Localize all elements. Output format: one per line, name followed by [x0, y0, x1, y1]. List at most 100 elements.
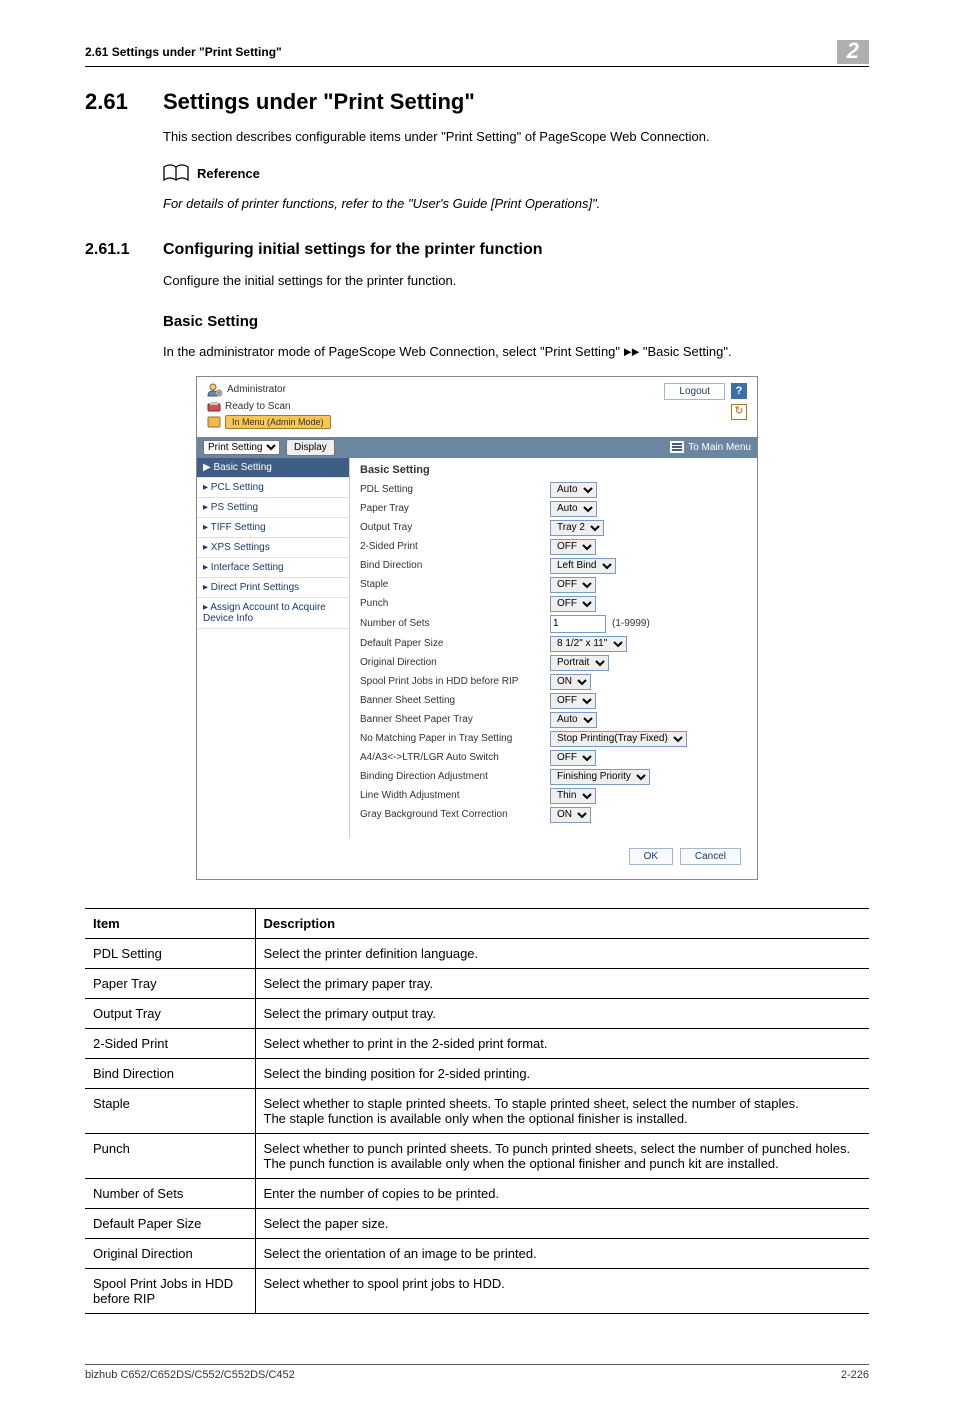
field-label: Staple	[360, 579, 550, 590]
reference-text: For details of printer functions, refer …	[163, 195, 869, 213]
select-input[interactable]: Portrait	[550, 655, 609, 671]
select-input[interactable]: Thin	[550, 788, 596, 804]
help-button[interactable]: ?	[731, 383, 747, 399]
table-cell-item: Default Paper Size	[85, 1208, 255, 1238]
table-cell-desc: Select the printer definition language.	[255, 938, 869, 968]
select-input[interactable]: Stop Printing(Tray Fixed)	[550, 731, 687, 747]
sidebar-item[interactable]: ▸ XPS Settings	[197, 538, 349, 558]
table-cell-item: Spool Print Jobs in HDD before RIP	[85, 1268, 255, 1313]
running-header-text: 2.61 Settings under "Print Setting"	[85, 45, 282, 59]
field-label: Banner Sheet Paper Tray	[360, 714, 550, 725]
table-row: 2-Sided PrintSelect whether to print in …	[85, 1028, 869, 1058]
text-input[interactable]	[550, 615, 606, 633]
field-label: Bind Direction	[360, 560, 550, 571]
sidebar-item[interactable]: ▸ Direct Print Settings	[197, 578, 349, 598]
admin-icon	[207, 383, 223, 397]
table-cell-item: Output Tray	[85, 998, 255, 1028]
logout-button[interactable]: Logout	[664, 383, 725, 400]
ok-button[interactable]: OK	[629, 848, 673, 865]
admin-label: Administrator	[227, 384, 286, 395]
table-cell-item: PDL Setting	[85, 938, 255, 968]
select-input[interactable]: 8 1/2" x 11"	[550, 636, 627, 652]
form-row: Line Width AdjustmentThin	[360, 788, 747, 804]
sidebar-item[interactable]: ▶ Basic Setting	[197, 458, 349, 478]
printer-status-icon	[207, 401, 221, 413]
select-input[interactable]: OFF	[550, 539, 596, 555]
table-cell-desc: Select whether to punch printed sheets. …	[255, 1133, 869, 1178]
form-row: Binding Direction AdjustmentFinishing Pr…	[360, 769, 747, 785]
table-cell-item: Bind Direction	[85, 1058, 255, 1088]
table-cell-desc: Enter the number of copies to be printed…	[255, 1178, 869, 1208]
category-select[interactable]: Print Setting	[203, 440, 280, 455]
sidebar-item[interactable]: ▸ PCL Setting	[197, 478, 349, 498]
form-row: Number of Sets (1-9999)	[360, 615, 747, 633]
table-cell-item: Original Direction	[85, 1238, 255, 1268]
field-label: Paper Tray	[360, 503, 550, 514]
sidebar-item[interactable]: ▸ Assign Account to Acquire Device Info	[197, 598, 349, 629]
form-row: Spool Print Jobs in HDD before RIPON	[360, 674, 747, 690]
field-label: 2-Sided Print	[360, 541, 550, 552]
table-cell-desc: Select the paper size.	[255, 1208, 869, 1238]
table-row: Bind DirectionSelect the binding positio…	[85, 1058, 869, 1088]
refresh-button[interactable]: ↻	[731, 404, 747, 420]
form-row: A4/A3<->LTR/LGR Auto SwitchOFF	[360, 750, 747, 766]
cancel-button[interactable]: Cancel	[680, 848, 741, 865]
section-title: 2.61Settings under "Print Setting"	[85, 89, 869, 115]
select-input[interactable]: OFF	[550, 596, 596, 612]
table-row: StapleSelect whether to staple printed s…	[85, 1088, 869, 1133]
subsection-intro: Configure the initial settings for the p…	[163, 272, 869, 290]
table-cell-item: Paper Tray	[85, 968, 255, 998]
field-label: Gray Background Text Correction	[360, 809, 550, 820]
form-row: Banner Sheet Paper TrayAuto	[360, 712, 747, 728]
form-row: Gray Background Text CorrectionON	[360, 807, 747, 823]
select-input[interactable]: ON	[550, 674, 591, 690]
reference-block: Reference	[163, 164, 869, 182]
block-intro: In the administrator mode of PageScope W…	[163, 343, 869, 362]
table-header-item: Item	[85, 908, 255, 938]
table-header-desc: Description	[255, 908, 869, 938]
table-cell-desc: Select the orientation of an image to be…	[255, 1238, 869, 1268]
sidebar-item[interactable]: ▸ PS Setting	[197, 498, 349, 518]
block-title: Basic Setting	[163, 313, 869, 330]
table-cell-desc: Select whether to staple printed sheets.…	[255, 1088, 869, 1133]
table-row: PDL SettingSelect the printer definition…	[85, 938, 869, 968]
select-input[interactable]: Left Bind	[550, 558, 616, 574]
field-label: Original Direction	[360, 657, 550, 668]
table-cell-desc: Select the primary paper tray.	[255, 968, 869, 998]
range-hint: (1-9999)	[612, 618, 650, 629]
form-row: PDL SettingAuto	[360, 482, 747, 498]
select-input[interactable]: ON	[550, 807, 591, 823]
select-input[interactable]: Auto	[550, 501, 597, 517]
main-menu-icon	[670, 441, 684, 453]
select-input[interactable]: OFF	[550, 577, 596, 593]
form-row: 2-Sided PrintOFF	[360, 539, 747, 555]
display-button[interactable]: Display	[286, 439, 335, 456]
table-cell-desc: Select the binding position for 2-sided …	[255, 1058, 869, 1088]
sidebar-item[interactable]: ▸ TIFF Setting	[197, 518, 349, 538]
in-menu-icon	[207, 416, 221, 428]
form-row: Paper TrayAuto	[360, 501, 747, 517]
main-menu-link[interactable]: To Main Menu	[688, 442, 751, 453]
section-heading-text: Settings under "Print Setting"	[163, 89, 475, 114]
toolbar: Print Setting Display To Main Menu	[197, 437, 757, 458]
table-cell-item: Staple	[85, 1088, 255, 1133]
mode-label: In Menu (Admin Mode)	[225, 415, 331, 429]
table-cell-desc: Select whether to print in the 2-sided p…	[255, 1028, 869, 1058]
section-number: 2.61	[85, 89, 163, 115]
table-row: Number of SetsEnter the number of copies…	[85, 1178, 869, 1208]
book-icon	[163, 164, 189, 182]
subsection-number: 2.61.1	[85, 241, 163, 259]
select-input[interactable]: Auto	[550, 712, 597, 728]
select-input[interactable]: OFF	[550, 750, 596, 766]
field-label: Number of Sets	[360, 618, 550, 629]
select-input[interactable]: Finishing Priority	[550, 769, 650, 785]
arrow-icon: ►►	[624, 345, 640, 360]
table-cell-item: 2-Sided Print	[85, 1028, 255, 1058]
chapter-badge: 2	[837, 40, 869, 64]
select-input[interactable]: OFF	[550, 693, 596, 709]
form-row: Default Paper Size8 1/2" x 11"	[360, 636, 747, 652]
sidebar-item[interactable]: ▸ Interface Setting	[197, 558, 349, 578]
select-input[interactable]: Auto	[550, 482, 597, 498]
field-label: Punch	[360, 598, 550, 609]
select-input[interactable]: Tray 2	[550, 520, 604, 536]
